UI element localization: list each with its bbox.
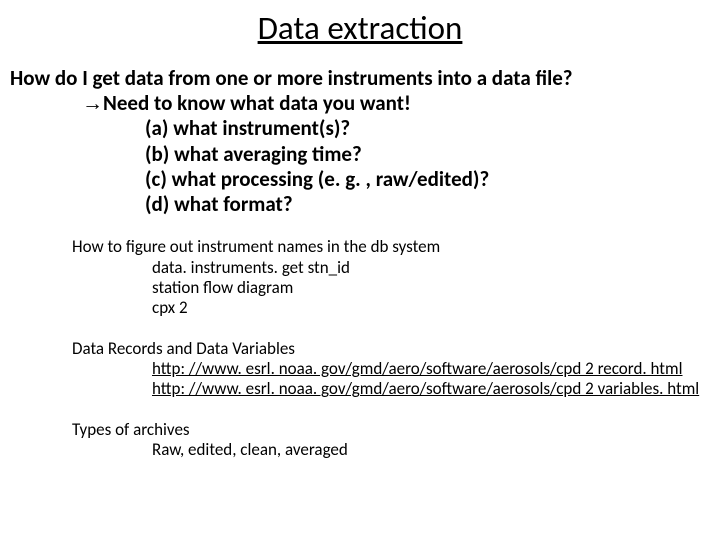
- section3-item: Raw, edited, clean, averaged: [152, 440, 720, 460]
- section1-item-2: station flow diagram: [152, 278, 720, 298]
- link-cpd2-record[interactable]: http: //www. esrl. noaa. gov/gmd/aero/so…: [152, 359, 720, 379]
- bullet-d: (d) what format?: [145, 192, 720, 217]
- page-title: Data extraction: [0, 0, 720, 48]
- section1-item-3: cpx 2: [152, 298, 720, 318]
- bullet-a: (a) what instrument(s)?: [145, 116, 720, 141]
- bullet-b: (b) what averaging time?: [145, 142, 720, 167]
- section-instrument-names: How to figure out instrument names in th…: [72, 237, 720, 319]
- slide: Data extraction How do I get data from o…: [0, 0, 720, 540]
- main-question: How do I get data from one or more instr…: [10, 66, 720, 91]
- section3-heading: Types of archives: [72, 420, 720, 440]
- bullet-c: (c) what processing (e. g. , raw/edited)…: [145, 167, 720, 192]
- section2-heading: Data Records and Data Variables: [72, 339, 720, 359]
- need-text: Need to know what data you want!: [103, 90, 411, 116]
- section1-heading: How to figure out instrument names in th…: [72, 237, 720, 257]
- section-data-records: Data Records and Data Variables http: //…: [72, 339, 720, 400]
- arrow-icon: →: [82, 92, 103, 115]
- bullet-list: (a) what instrument(s)? (b) what averagi…: [145, 116, 720, 217]
- main-question-block: How do I get data from one or more instr…: [10, 66, 720, 217]
- need-line: →Need to know what data you want!: [82, 91, 720, 116]
- section-archives: Types of archives Raw, edited, clean, av…: [72, 420, 720, 461]
- section1-item-1: data. instruments. get stn_id: [152, 258, 720, 278]
- link-cpd2-variables[interactable]: http: //www. esrl. noaa. gov/gmd/aero/so…: [152, 379, 720, 399]
